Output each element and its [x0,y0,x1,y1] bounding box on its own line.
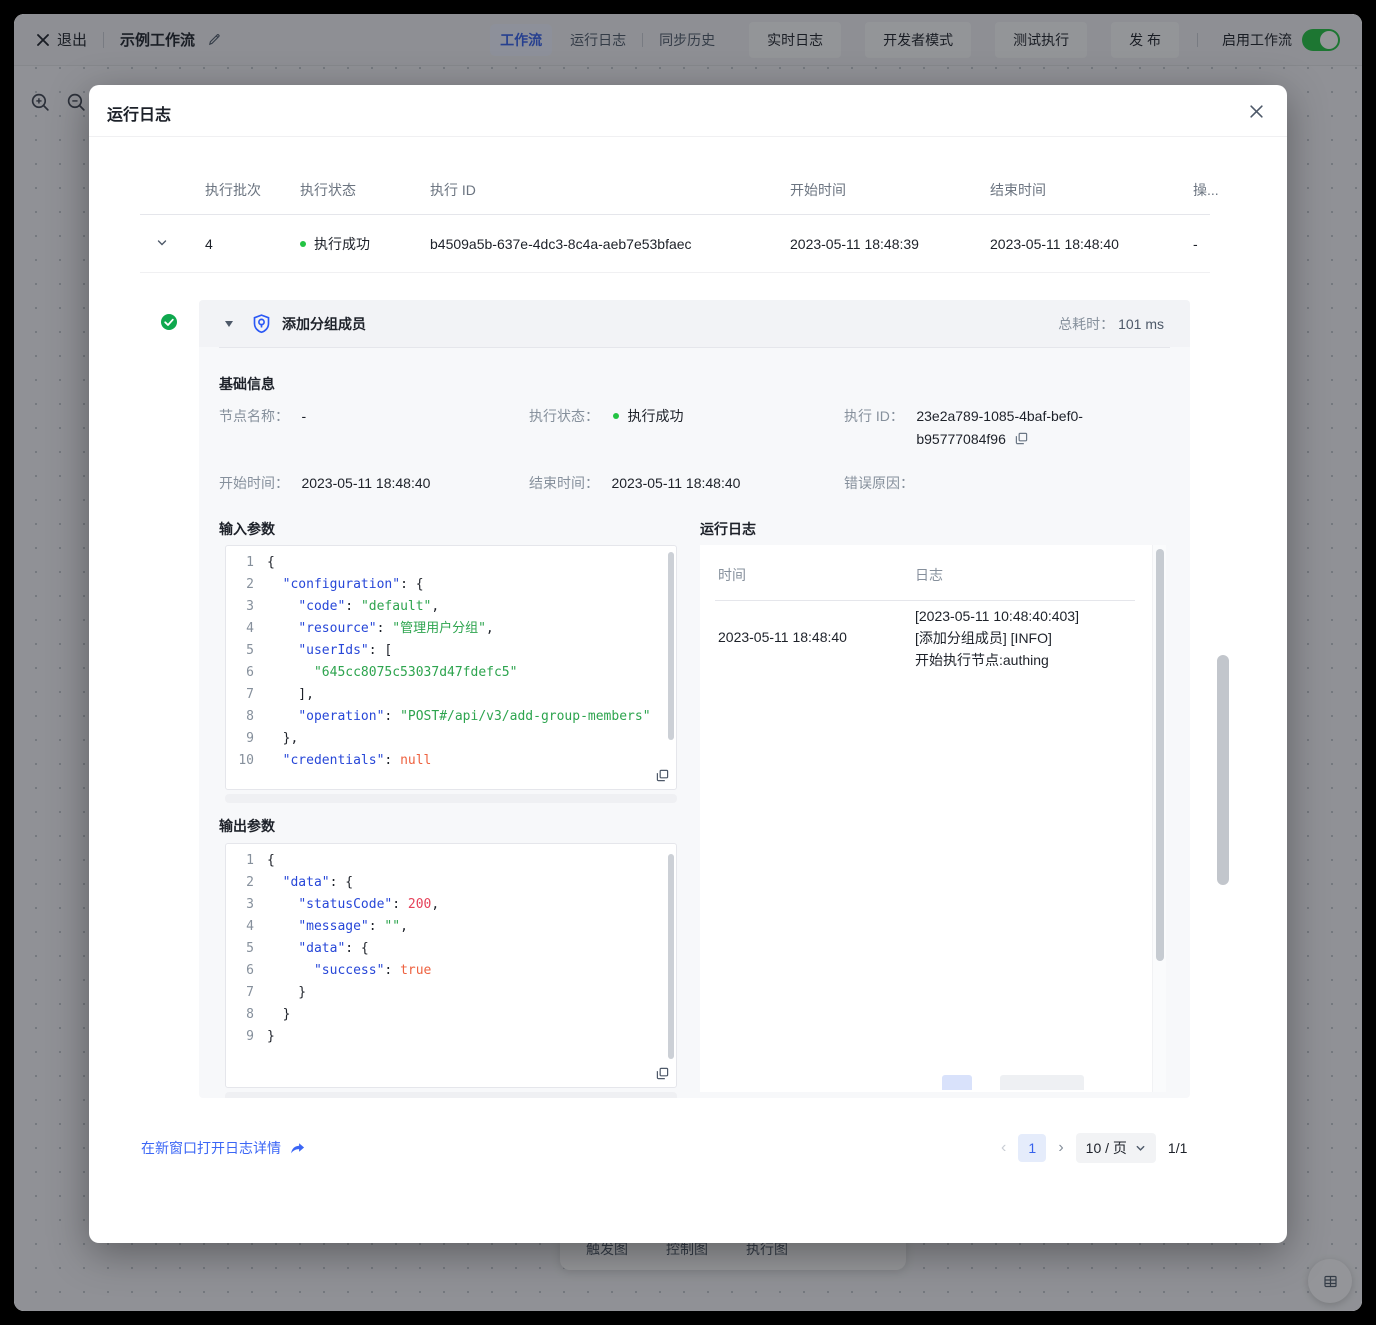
col-exec-id: 执行 ID [430,180,476,200]
output-params-heading: 输出参数 [219,816,275,836]
copy-icon[interactable] [656,769,669,782]
modal-close-button[interactable] [1245,100,1267,122]
node-title: 添加分组成员 [282,314,366,334]
scrollbar-thumb[interactable] [668,854,674,1059]
end-time-field: 结束时间： 2023-05-11 18:48:40 [529,472,740,495]
run-log-box: 时间 日志 2023-05-11 18:48:40 [2023-05-11 10… [700,545,1166,1092]
row-expander[interactable] [156,236,168,252]
start-time-field: 开始时间： 2023-05-11 18:48:40 [219,472,430,495]
error-reason-field: 错误原因： [844,472,922,495]
pagination: ‹ 1 › 10 / 页 1/1 [1001,1133,1187,1163]
cell-start-time: 2023-05-11 18:48:39 [790,236,919,252]
horizontal-scrollbar[interactable] [225,794,677,803]
cell-batch: 4 [205,236,213,252]
cell-operations: - [1193,236,1198,252]
divider [219,347,1170,348]
input-params-code[interactable]: 1{2 "configuration": {3 "code": "default… [225,545,677,790]
node-duration: 总耗时： 101 ms [1058,314,1164,334]
modal-title: 运行日志 [107,101,171,125]
page-1-button[interactable]: 1 [1018,1134,1046,1162]
run-log-heading: 运行日志 [700,519,756,539]
log-row-message: [2023-05-11 10:48:40:403] [添加分组成员] [INFO… [915,605,1079,671]
cell-end-time: 2023-05-11 18:48:40 [990,236,1119,252]
copy-icon[interactable] [656,1067,669,1080]
chevron-down-icon [156,237,168,249]
scrollbar-thumb[interactable] [1156,549,1164,961]
copy-icon[interactable] [1015,432,1028,445]
node-detail-panel: 添加分组成员 总耗时： 101 ms 基础信息 节点名称： - 执行状态： 执行… [199,300,1190,1098]
success-dot-icon [300,241,306,247]
output-params-code[interactable]: 1{2 "data": {3 "statusCode": 200,4 "mess… [225,843,677,1088]
next-page-icon[interactable]: › [1058,1139,1063,1157]
table-row: 4 执行成功 b4509a5b-637e-4dc3-8c4a-aeb7e53bf… [140,215,1210,273]
exec-id-field: 执行 ID： 23e2a789-1085-4baf-bef0- b9577708… [844,405,1131,451]
scrollbar-thumb[interactable] [668,552,674,740]
log-table-header: 执行批次 执行状态 执行 ID 开始时间 结束时间 操... [140,165,1210,215]
col-operations: 操... [1193,180,1219,200]
scrollbar-track[interactable] [1152,545,1166,1092]
shield-node-icon [251,313,272,334]
status-text: 执行成功 [314,236,370,252]
close-icon [1249,104,1264,119]
share-forward-icon [289,1140,306,1157]
divider [715,600,1135,601]
cell-exec-id: b4509a5b-637e-4dc3-8c4a-aeb7e53bfaec [430,236,692,252]
collapse-caret-icon[interactable] [225,321,233,327]
node-name-field: 节点名称： - [219,405,306,428]
col-end-time: 结束时间 [990,180,1046,200]
basic-info-heading: 基础信息 [219,374,275,394]
run-logs-modal: 运行日志 执行批次 执行状态 执行 ID 开始时间 结束时间 操... 4 执行… [89,85,1287,1243]
input-params-heading: 输入参数 [219,519,275,539]
prev-page-icon[interactable]: ‹ [1001,1139,1006,1157]
horizontal-scrollbar[interactable] [225,1092,677,1098]
exec-status-field: 执行状态： 执行成功 [529,405,683,428]
log-col-log: 日志 [915,565,943,585]
page-size-select[interactable]: 10 / 页 [1076,1133,1156,1163]
cell-status: 执行成功 [300,234,370,254]
clipped-page-button[interactable] [942,1075,972,1090]
open-log-detail-link[interactable]: 在新窗口打开日志详情 [141,1138,306,1158]
app-window: 退出 示例工作流 工作流 运行日志 同步历史 实时日志 开发者模式 测试执行 发… [14,14,1362,1311]
col-batch: 执行批次 [205,180,261,200]
modal-header: 运行日志 [89,85,1287,137]
success-dot-icon [613,413,619,419]
col-status: 执行状态 [300,180,356,200]
duration-label: 总耗时： [1058,316,1114,332]
modal-scrollbar-thumb[interactable] [1217,655,1229,885]
check-circle-icon [160,313,178,336]
screen: 退出 示例工作流 工作流 运行日志 同步历史 实时日志 开发者模式 测试执行 发… [0,0,1376,1325]
log-col-time: 时间 [718,565,746,585]
clipped-size-select[interactable] [1000,1075,1084,1090]
duration-value: 101 ms [1118,316,1164,332]
log-row-time: 2023-05-11 18:48:40 [718,629,847,645]
chevron-down-icon [1135,1143,1146,1154]
col-start-time: 开始时间 [790,180,846,200]
node-panel-header: 添加分组成员 总耗时： 101 ms [199,300,1190,347]
page-total: 1/1 [1168,1140,1187,1156]
